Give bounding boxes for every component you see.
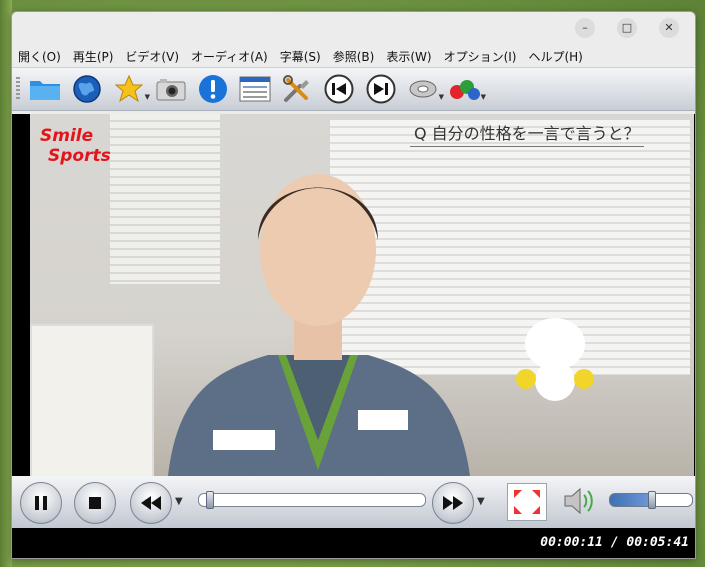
pause-button[interactable] — [20, 482, 62, 524]
time-separator: / — [610, 535, 619, 550]
previous-icon — [324, 74, 354, 104]
stop-icon — [89, 497, 101, 509]
next-button[interactable] — [362, 71, 400, 107]
audio-track-button[interactable]: ▼ — [404, 71, 444, 107]
fast-forward-button[interactable] — [432, 482, 474, 524]
next-icon — [366, 74, 396, 104]
video-bookshelf — [30, 324, 154, 476]
menu-bar: 開く(O) 再生(P) ビデオ(V) オーディオ(A) 字幕(S) 参照(B) … — [12, 45, 695, 68]
time-display: 00:00:11 / 00:05:41 — [540, 535, 689, 550]
maximize-button[interactable]: □ — [617, 18, 637, 38]
total-time: 00:05:41 — [626, 535, 689, 550]
folder-icon — [30, 81, 60, 100]
globe-icon — [73, 75, 101, 103]
chevron-down-icon: ▼ — [438, 93, 444, 101]
video-logo-line1: Smile — [40, 126, 94, 146]
toolbar: ▼ ▼ ▼ — [12, 68, 695, 111]
fullscreen-icon — [514, 490, 540, 514]
preferences-button[interactable] — [278, 71, 316, 107]
video-caption: Q 自分の性格を一言で言うと？ — [410, 120, 644, 147]
open-file-button[interactable] — [26, 71, 64, 107]
video-frame: Smile Sports Q 自分の性格を一言で言うと？ — [30, 114, 694, 476]
chevron-down-icon: ▼ — [480, 93, 486, 101]
subtitles-abc-icon — [450, 80, 480, 100]
chevron-down-icon: ▼ — [144, 93, 150, 101]
close-button[interactable]: ✕ — [659, 18, 679, 38]
close-icon: ✕ — [664, 21, 674, 34]
pause-icon — [35, 496, 47, 510]
screenshot-button[interactable] — [152, 71, 190, 107]
title-bar[interactable]: – □ ✕ — [12, 12, 695, 45]
tools-icon — [283, 75, 309, 102]
playlist-icon — [239, 76, 271, 102]
menu-options[interactable]: オプション(I) — [444, 48, 517, 65]
menu-browse[interactable]: 参照(B) — [333, 48, 375, 65]
forward-chevron-down-icon[interactable]: ▼ — [477, 496, 485, 507]
favorites-star-icon — [114, 74, 144, 103]
screenshot-camera-icon — [156, 79, 186, 101]
playlist-button[interactable] — [236, 71, 274, 107]
audio-disc-icon — [409, 80, 437, 98]
menu-play[interactable]: 再生(P) — [73, 48, 114, 65]
current-time: 00:00:11 — [540, 535, 603, 550]
rewind-chevron-down-icon[interactable]: ▼ — [175, 496, 183, 507]
previous-button[interactable] — [320, 71, 358, 107]
menu-open[interactable]: 開く(O) — [18, 48, 61, 65]
info-button[interactable] — [194, 71, 232, 107]
minimize-button[interactable]: – — [575, 18, 595, 38]
stop-button[interactable] — [74, 482, 116, 524]
status-bar: 00:00:11 / 00:05:41 — [12, 528, 695, 558]
toolbar-grip[interactable] — [16, 77, 20, 101]
fullscreen-button[interactable] — [507, 483, 547, 521]
minimize-icon: – — [582, 21, 588, 34]
info-icon — [199, 75, 227, 103]
media-player-window: – □ ✕ 開く(O) 再生(P) ビデオ(V) オーディオ(A) 字幕(S) … — [11, 11, 696, 559]
seek-bar[interactable] — [198, 491, 426, 509]
favorites-button[interactable]: ▼ — [110, 71, 150, 107]
open-url-button[interactable] — [68, 71, 106, 107]
seek-handle[interactable] — [206, 491, 214, 509]
menu-video[interactable]: ビデオ(V) — [125, 48, 179, 65]
menu-view[interactable]: 表示(W) — [386, 48, 431, 65]
volume-slider[interactable] — [609, 491, 693, 509]
fast-forward-icon — [443, 496, 463, 510]
rewind-icon — [141, 496, 161, 510]
menu-help[interactable]: ヘルプ(H) — [528, 48, 582, 65]
video-mascot — [516, 318, 594, 401]
video-display[interactable]: Smile Sports Q 自分の性格を一言で言うと？ — [12, 114, 695, 476]
subtitles-button[interactable]: ▼ — [446, 71, 486, 107]
mute-button[interactable] — [562, 485, 598, 521]
speaker-icon — [564, 487, 593, 515]
video-logo-line2: Sports — [48, 146, 111, 166]
menu-subtitles[interactable]: 字幕(S) — [280, 48, 321, 65]
rewind-button[interactable] — [130, 482, 172, 524]
menu-audio[interactable]: オーディオ(A) — [191, 48, 268, 65]
video-person — [168, 174, 470, 476]
maximize-icon: □ — [621, 21, 633, 34]
volume-handle[interactable] — [648, 491, 656, 509]
